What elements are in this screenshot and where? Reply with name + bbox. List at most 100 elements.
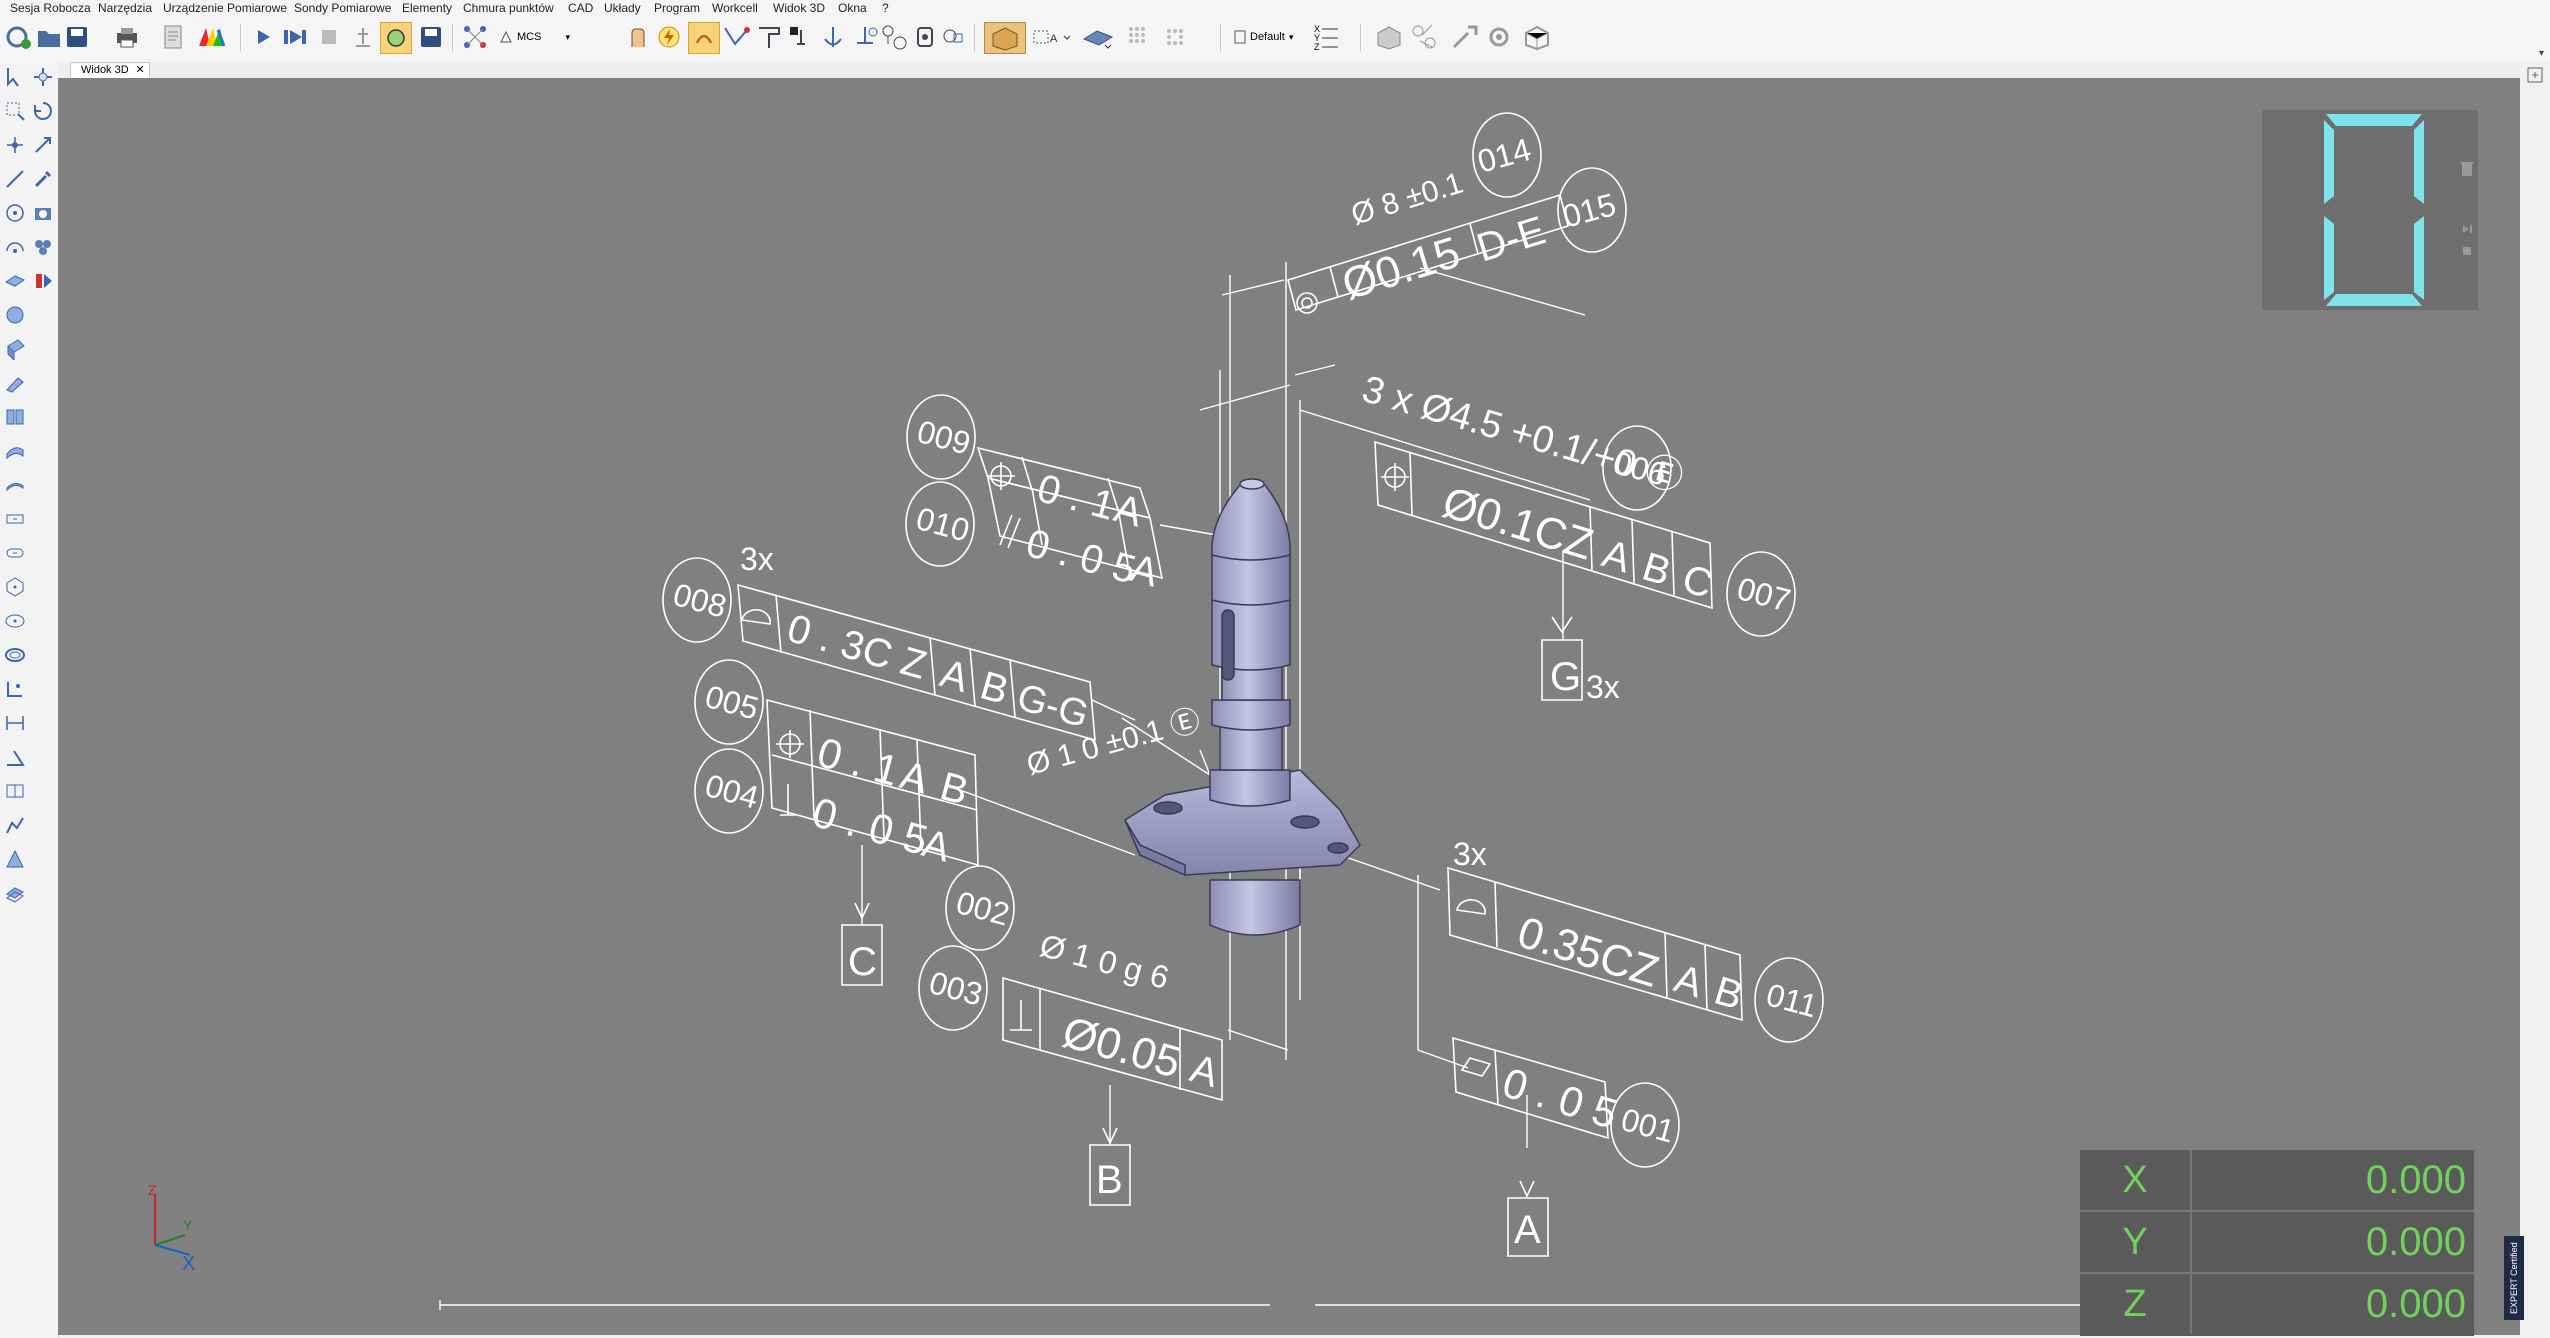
probe-change-icon[interactable] — [786, 22, 816, 52]
probe-edit-icon[interactable] — [30, 166, 56, 192]
cone-icon[interactable] — [2, 370, 28, 396]
grid-toggle-icon[interactable] — [1160, 22, 1190, 52]
close-icon[interactable]: ✕ — [135, 63, 144, 78]
stop-icon[interactable] — [314, 22, 344, 52]
surface-icon[interactable] — [2, 438, 28, 464]
angle-icon[interactable] — [2, 744, 28, 770]
select-region-icon[interactable] — [2, 98, 28, 124]
new-session-icon[interactable] — [4, 22, 34, 52]
probe-rotate-icon[interactable] — [850, 22, 880, 52]
color-map-icon[interactable] — [196, 22, 226, 52]
tab-widok-3d[interactable]: Widok 3D ✕ — [70, 62, 150, 79]
profile-icon[interactable] — [2, 812, 28, 838]
align-icon[interactable] — [348, 22, 378, 52]
probe-tool-icon[interactable] — [754, 22, 784, 52]
feature-box-icon[interactable] — [1522, 22, 1552, 52]
camera-icon[interactable] — [30, 200, 56, 226]
part-model[interactable] — [1124, 478, 1361, 936]
slot-icon[interactable] — [2, 404, 28, 430]
menu-bar: Sesja Robocza Narzędzia Urządzenie Pomia… — [0, 0, 2550, 16]
menu-help[interactable]: ? — [882, 1, 889, 15]
print-icon[interactable] — [112, 22, 142, 52]
arc-icon[interactable] — [2, 234, 28, 260]
pin-icon[interactable] — [2526, 66, 2544, 89]
probe-calibrate-icon[interactable] — [910, 22, 940, 52]
axis-order-icon[interactable]: XYZ — [1312, 22, 1342, 52]
distance-icon[interactable] — [2, 676, 28, 702]
toolbar-overflow-icon[interactable]: ▾ — [2539, 48, 2544, 59]
menu-chmura-punktow[interactable]: Chmura punktów — [463, 1, 554, 15]
anchor-icon[interactable] — [818, 22, 848, 52]
play-icon[interactable] — [248, 22, 278, 52]
probe-settings-icon[interactable] — [880, 22, 910, 52]
coord-system-select[interactable]: MCS ▾ — [498, 22, 588, 52]
coordinate-system-icon[interactable] — [460, 22, 490, 52]
menu-widok-3d[interactable]: Widok 3D — [773, 1, 825, 15]
part-view-icon[interactable] — [984, 22, 1026, 54]
probe-compare-icon[interactable] — [938, 22, 968, 52]
sphere-icon[interactable] — [2, 302, 28, 328]
balloon-005: 005 — [701, 678, 762, 727]
feature-scissors-icon[interactable] — [1410, 22, 1440, 52]
probe-path-icon[interactable] — [722, 22, 752, 52]
menu-urzadzenie-pomiarowe[interactable]: Urządzenie Pomiarowe — [163, 1, 287, 15]
ellipse-icon[interactable] — [2, 608, 28, 634]
grid-view-icon[interactable] — [1124, 22, 1154, 52]
next-icon[interactable] — [2460, 222, 2474, 241]
view-fit-icon[interactable]: A — [1030, 22, 1074, 52]
menu-cad[interactable]: CAD — [568, 1, 593, 15]
section-plane-icon[interactable] — [1080, 22, 1116, 52]
circle-icon[interactable] — [2, 200, 28, 226]
menu-sondy-pomiarowe[interactable]: Sondy Pomiarowe — [294, 1, 391, 15]
rotate-view-icon[interactable] — [30, 98, 56, 124]
menu-okna[interactable]: Okna — [838, 1, 867, 15]
view-preset-select[interactable]: Default ▾ — [1234, 22, 1310, 52]
balloon-007: 007 — [1733, 570, 1794, 619]
composite-icon[interactable] — [2, 880, 28, 906]
feature-gear-icon[interactable] — [1484, 22, 1514, 52]
hexagon-icon[interactable] — [2, 574, 28, 600]
cad-drawing[interactable]: Ø 8 ±0.1 Ø0.15 D-E 3 x Ø4.5 +0.1/+0 Ⓔ Ø0… — [58, 78, 2520, 1335]
ring-icon[interactable] — [2, 642, 28, 668]
run-step-icon[interactable] — [280, 22, 310, 52]
line-icon[interactable] — [2, 166, 28, 192]
report-icon[interactable] — [158, 22, 188, 52]
balloon-004: 004 — [701, 767, 762, 816]
save-icon[interactable] — [62, 22, 92, 52]
menu-narzedzia[interactable]: Narzędzia — [98, 1, 152, 15]
viewport-3d[interactable]: Ø 8 ±0.1 Ø0.15 D-E 3 x Ø4.5 +0.1/+0 Ⓔ Ø0… — [58, 78, 2520, 1335]
trash-icon[interactable] — [2460, 160, 2474, 183]
width-icon[interactable] — [2, 710, 28, 736]
move-view-icon[interactable] — [30, 64, 56, 90]
balloon-002: 002 — [952, 884, 1013, 933]
symmetry-icon[interactable] — [2, 778, 28, 804]
rect-slot-icon[interactable] — [2, 506, 28, 532]
stop-icon[interactable] — [2460, 244, 2474, 263]
menu-uklady[interactable]: Układy — [604, 1, 641, 15]
torus-icon[interactable] — [2, 472, 28, 498]
fcf-008-datum-b: B — [976, 663, 1014, 713]
vector-point-icon[interactable] — [30, 132, 56, 158]
select-point-icon[interactable] — [2, 64, 28, 90]
round-slot-icon[interactable] — [2, 540, 28, 566]
cylinder-icon[interactable] — [2, 336, 28, 362]
auto-mode-icon[interactable] — [688, 22, 720, 54]
plane-icon[interactable] — [2, 268, 28, 294]
probe-cluster-icon[interactable] — [30, 234, 56, 260]
menu-workcell[interactable]: Workcell — [712, 1, 758, 15]
point-icon[interactable] — [2, 132, 28, 158]
circle-mode-icon[interactable] — [380, 22, 412, 54]
menu-elementy[interactable]: Elementy — [402, 1, 452, 15]
lightning-icon[interactable] — [654, 22, 684, 52]
menu-sesja-robocza[interactable]: Sesja Robocza — [10, 1, 91, 15]
hand-probe-icon[interactable] — [622, 22, 652, 52]
feature-cube-icon[interactable] — [1374, 22, 1404, 52]
save-program-icon[interactable] — [416, 22, 446, 52]
feature-tool-icon[interactable] — [1450, 22, 1480, 52]
menu-program[interactable]: Program — [654, 1, 700, 15]
tab-label: Widok 3D — [81, 64, 129, 76]
balloon-010: 010 — [912, 500, 973, 549]
stop-red-icon[interactable] — [30, 268, 56, 294]
open-icon[interactable] — [34, 22, 64, 52]
construct-icon[interactable] — [2, 846, 28, 872]
